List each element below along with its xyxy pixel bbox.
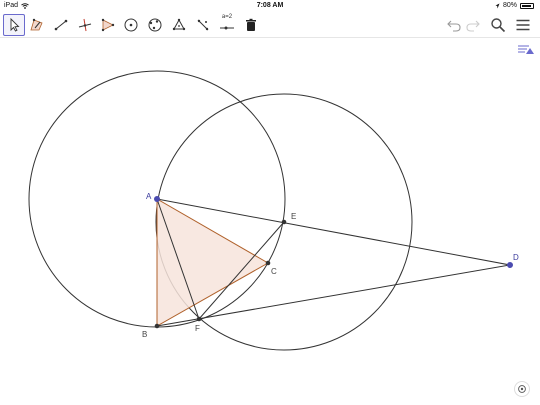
label-f: F	[195, 324, 200, 333]
reflect-line-icon	[197, 19, 209, 31]
triangle-abc[interactable]	[156, 198, 270, 327]
reflect-tool-button[interactable]	[192, 14, 214, 36]
pen-shape-icon	[30, 18, 43, 31]
line-tool-button[interactable]	[50, 14, 72, 36]
delete-tool-button[interactable]	[240, 14, 262, 36]
move-tool-button[interactable]	[3, 14, 25, 36]
status-bar: iPad 7:08 AM 80%	[0, 0, 540, 12]
cursor-arrow-icon	[10, 17, 20, 32]
label-c: C	[271, 267, 277, 276]
perpendicular-line-tool-button[interactable]	[74, 14, 96, 36]
clock: 7:08 AM	[256, 2, 284, 9]
circle-center-icon	[124, 18, 138, 32]
location-icon	[495, 3, 500, 8]
triangle-polygon-icon	[101, 18, 115, 32]
label-a: A	[146, 192, 152, 201]
battery-icon	[520, 2, 534, 9]
toolbar: a=2	[0, 12, 540, 38]
point-f[interactable]	[196, 316, 202, 322]
point-a[interactable]	[154, 196, 160, 202]
label-b: B	[142, 330, 147, 339]
label-d: D	[513, 253, 519, 262]
trash-icon	[246, 18, 256, 31]
angle-tool-button[interactable]	[168, 14, 190, 36]
search-button[interactable]	[487, 14, 509, 36]
circle-center-point-tool-button[interactable]	[120, 14, 142, 36]
line-segment-icon	[54, 19, 68, 31]
graphics-view[interactable]: A B C D E F	[0, 38, 540, 405]
battery-percent: 80%	[502, 2, 517, 9]
menu-button[interactable]	[512, 14, 534, 36]
angle-icon	[172, 18, 186, 31]
undo-icon	[447, 20, 461, 32]
point-b[interactable]	[154, 323, 160, 329]
slider-tool-button[interactable]: a=2	[216, 14, 238, 36]
circle-three-points-icon	[148, 18, 162, 32]
standard-view-button[interactable]	[514, 381, 530, 397]
redo-button[interactable]	[462, 14, 484, 36]
circle-three-points-tool-button[interactable]	[144, 14, 166, 36]
freehand-shape-tool-button[interactable]	[26, 14, 48, 36]
hamburger-menu-icon	[516, 19, 530, 31]
perpendicular-icon	[78, 18, 92, 32]
point-c[interactable]	[265, 260, 271, 266]
redo-icon	[466, 20, 480, 32]
label-e: E	[291, 212, 296, 221]
point-e[interactable]	[281, 219, 287, 225]
status-right: 80%	[495, 2, 534, 9]
polygon-tool-button[interactable]	[97, 14, 119, 36]
slider-icon	[220, 26, 234, 30]
search-icon	[491, 18, 506, 33]
point-d[interactable]	[507, 262, 513, 268]
target-icon	[518, 385, 526, 393]
